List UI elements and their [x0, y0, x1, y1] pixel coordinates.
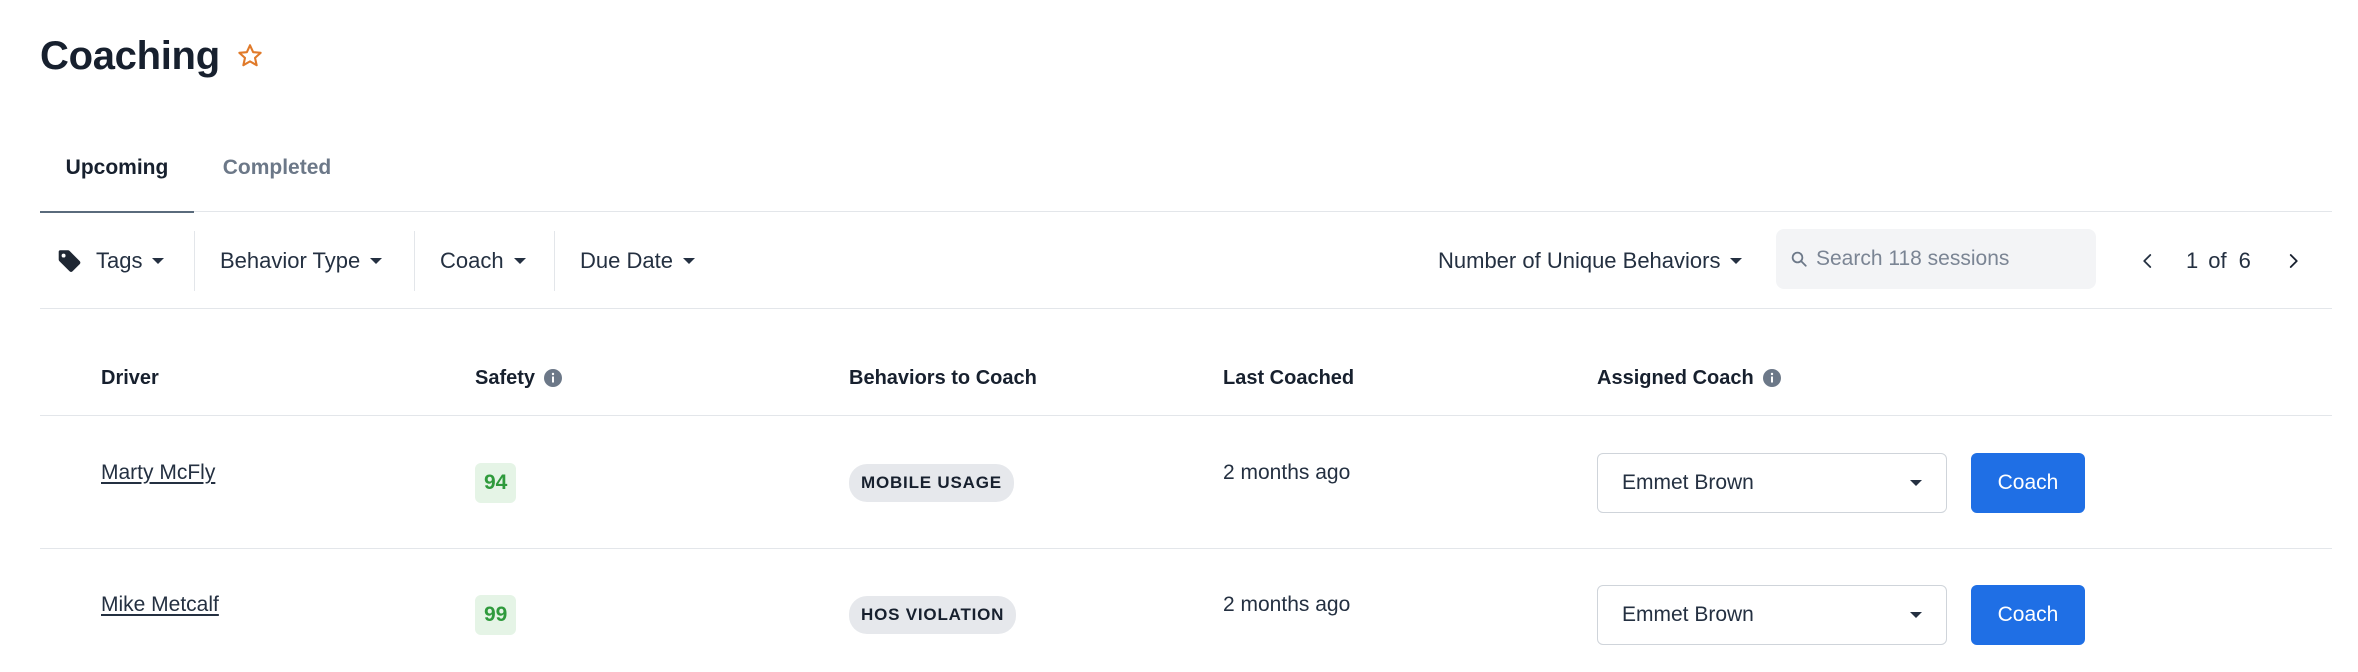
- tab-completed[interactable]: Completed: [218, 140, 336, 212]
- chevron-down-icon: [682, 258, 695, 264]
- coach-button[interactable]: Coach: [1971, 453, 2085, 513]
- filter-bar: Tags Behavior Type Coach Due Date Number…: [40, 213, 2332, 309]
- chevron-down-icon: [152, 258, 165, 264]
- column-header-label: Assigned Coach: [1597, 366, 1754, 389]
- last-coached-cell: 2 months ago: [1223, 549, 1350, 672]
- page-title: Coaching: [40, 33, 220, 78]
- assigned-coach-cell: Emmet Brown Coach: [1597, 549, 2085, 672]
- chevron-down-icon: [513, 258, 526, 264]
- star-icon[interactable]: [236, 42, 264, 70]
- behaviors-cell: HOS VIOLATION: [849, 549, 1017, 672]
- behavior-type-filter-label: Behavior Type: [220, 248, 361, 273]
- due-date-filter[interactable]: Due Date: [580, 231, 695, 291]
- sort-dropdown[interactable]: Number of Unique Behaviors: [1438, 231, 1743, 291]
- page-of-label: of: [2208, 248, 2227, 273]
- driver-cell: Mike Metcalf: [101, 549, 219, 672]
- coach-filter-label: Coach: [440, 248, 504, 273]
- tags-filter[interactable]: Tags: [40, 231, 165, 291]
- coaching-page: Coaching Upcoming Completed Tags Behavio…: [0, 0, 2358, 672]
- filter-divider: [414, 231, 415, 291]
- driver-link[interactable]: Mike Metcalf: [101, 593, 219, 617]
- due-date-filter-label: Due Date: [580, 248, 673, 273]
- coach-select-value: Emmet Brown: [1622, 603, 1754, 626]
- last-coached-text: 2 months ago: [1223, 593, 1351, 616]
- page-header: Coaching: [40, 28, 264, 84]
- table-header: Driver Safety Behaviors to Coach Last Co…: [40, 340, 2332, 416]
- driver-link[interactable]: Marty McFly: [101, 461, 215, 485]
- last-coached-text: 2 months ago: [1223, 461, 1351, 484]
- column-header-driver[interactable]: Driver: [101, 340, 159, 416]
- chevron-right-icon[interactable]: [2275, 243, 2311, 279]
- search-input[interactable]: [1816, 247, 2086, 271]
- chevron-down-icon: [370, 258, 383, 264]
- driver-cell: Marty McFly: [101, 417, 215, 549]
- chevron-down-icon: [1730, 258, 1743, 264]
- tab-upcoming[interactable]: Upcoming: [40, 140, 194, 213]
- column-header-label: Behaviors to Coach: [849, 366, 1037, 389]
- safety-score-badge: 99: [475, 595, 517, 635]
- safety-cell: 99: [475, 549, 517, 672]
- column-header-safety[interactable]: Safety: [475, 340, 563, 416]
- coach-select[interactable]: Emmet Brown: [1597, 453, 1947, 513]
- chevron-left-icon[interactable]: [2130, 243, 2166, 279]
- current-page: 1: [2186, 248, 2199, 273]
- coach-select-value: Emmet Brown: [1622, 471, 1754, 494]
- coach-filter[interactable]: Coach: [440, 231, 526, 291]
- coach-select[interactable]: Emmet Brown: [1597, 585, 1947, 645]
- column-header-assigned-coach[interactable]: Assigned Coach: [1597, 340, 1782, 416]
- info-icon[interactable]: [1762, 368, 1782, 388]
- column-header-behaviors[interactable]: Behaviors to Coach: [849, 340, 1037, 416]
- chevron-down-icon: [1910, 480, 1922, 486]
- tab-bar: Upcoming Completed: [40, 140, 2332, 213]
- info-icon[interactable]: [543, 368, 563, 388]
- safety-cell: 94: [475, 417, 517, 549]
- search-field[interactable]: [1776, 229, 2096, 289]
- safety-score-badge: 94: [475, 463, 517, 503]
- behavior-type-filter[interactable]: Behavior Type: [220, 231, 383, 291]
- total-pages: 6: [2238, 248, 2251, 273]
- tag-icon: [56, 248, 82, 274]
- coach-button[interactable]: Coach: [1971, 585, 2085, 645]
- filter-divider: [194, 231, 195, 291]
- last-coached-cell: 2 months ago: [1223, 417, 1350, 549]
- tags-filter-label: Tags: [96, 248, 143, 273]
- behavior-tag: MOBILE USAGE: [849, 464, 1014, 502]
- column-header-last-coached[interactable]: Last Coached: [1223, 340, 1354, 416]
- table-row: Mike Metcalf 99 HOS VIOLATION 2 months a…: [40, 549, 2332, 672]
- table-row: Marty McFly 94 MOBILE USAGE 2 months ago…: [40, 417, 2332, 549]
- column-header-label: Safety: [475, 366, 536, 389]
- column-header-label: Last Coached: [1223, 366, 1355, 389]
- pagination: 1 of 6: [2130, 231, 2311, 291]
- chevron-down-icon: [1910, 612, 1922, 618]
- sort-dropdown-label: Number of Unique Behaviors: [1438, 248, 1721, 273]
- column-header-label: Driver: [101, 366, 159, 389]
- assigned-coach-cell: Emmet Brown Coach: [1597, 417, 2085, 549]
- behavior-tag: HOS VIOLATION: [849, 596, 1017, 634]
- search-icon: [1790, 250, 1808, 268]
- filter-divider: [554, 231, 555, 291]
- behaviors-cell: MOBILE USAGE: [849, 417, 1014, 549]
